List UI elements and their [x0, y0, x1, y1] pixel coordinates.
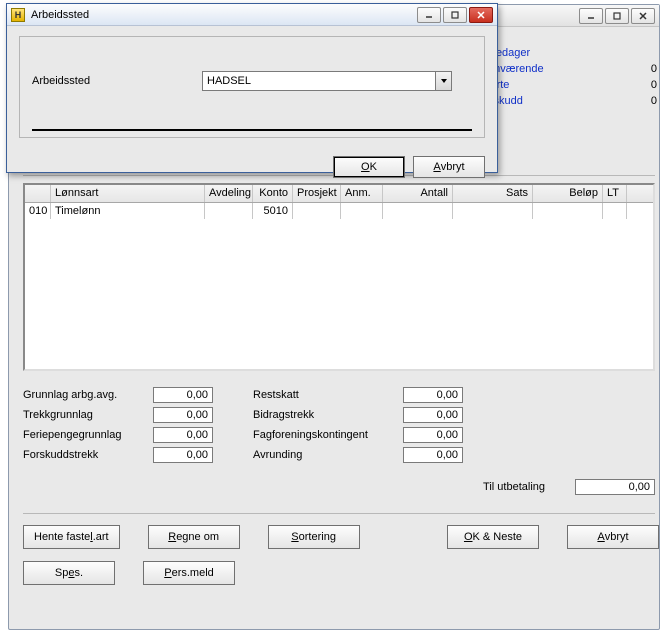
payout-label: Til utbetaling [483, 481, 545, 493]
cell: 010 [25, 203, 51, 219]
summary-label: Bidragstrekk [253, 409, 403, 421]
spes-button[interactable]: Spes. [23, 561, 115, 585]
app-icon: H [11, 8, 25, 22]
summary-value: 0,00 [153, 447, 213, 463]
summary-panel: Grunnlag arbg.avg. 0,00 Restskatt 0,00 T… [23, 385, 659, 495]
hente-faste-lart-button[interactable]: Hente faste l.art [23, 525, 120, 549]
regne-om-button[interactable]: Regne om [148, 525, 240, 549]
summary-label: Feriepengegrunnlag [23, 429, 153, 441]
col-header[interactable]: Prosjekt [293, 185, 341, 202]
cell [453, 203, 533, 219]
summary-value: 0,00 [153, 427, 213, 443]
col-header[interactable]: Konto [253, 185, 293, 202]
summary-label: Avrunding [253, 449, 403, 461]
cell: 5010 [253, 203, 293, 219]
cell [293, 203, 341, 219]
dialog-frame: Arbeidssted HADSEL [19, 36, 485, 138]
summary-label: Forskuddstrekk [23, 449, 153, 461]
col-header[interactable]: Sats [453, 185, 533, 202]
maximize-button[interactable] [605, 8, 629, 24]
info-value: 0 [617, 93, 657, 109]
feriedager-panel: Feriedager Gjenværende0 Sparte0 Forskudd… [477, 45, 657, 141]
lines-table[interactable]: Lønnsart Avdeling Konto Prosjekt Anm. An… [23, 183, 655, 371]
summary-value: 0,00 [403, 427, 463, 443]
pers-meld-button[interactable]: Pers.meld [143, 561, 235, 585]
close-button[interactable] [631, 8, 655, 24]
summary-value: 0,00 [153, 387, 213, 403]
col-header[interactable]: Lønnsart [51, 185, 205, 202]
col-header[interactable]: Beløp [533, 185, 603, 202]
col-header[interactable]: LT [603, 185, 627, 202]
table-header: Lønnsart Avdeling Konto Prosjekt Anm. An… [25, 185, 653, 203]
cell [533, 203, 603, 219]
minimize-button[interactable] [579, 8, 603, 24]
dialog-cancel-button[interactable]: Avbryt [413, 156, 485, 178]
dialog-titlebar: H Arbeidssted [7, 4, 497, 26]
info-value: 0 [617, 61, 657, 77]
summary-label: Grunnlag arbg.avg. [23, 389, 153, 401]
col-header[interactable]: Anm. [341, 185, 383, 202]
avbryt-button[interactable]: Avbryt [567, 525, 659, 549]
col-header[interactable] [25, 185, 51, 202]
dropdown-value: HADSEL [203, 75, 435, 87]
sortering-button[interactable]: Sortering [268, 525, 360, 549]
payout-value: 0,00 [575, 479, 655, 495]
summary-value: 0,00 [153, 407, 213, 423]
dialog-close-button[interactable] [469, 7, 493, 23]
dialog-title: Arbeidssted [31, 9, 417, 21]
table-row[interactable]: 010 Timelønn 5010 [25, 203, 653, 219]
cell: Timelønn [51, 203, 205, 219]
cell [205, 203, 253, 219]
cell [383, 203, 453, 219]
bottom-buttons: Hente faste l.art Regne om Sortering OK … [23, 525, 659, 597]
summary-label: Fagforeningskontingent [253, 429, 403, 441]
cell [341, 203, 383, 219]
dialog-minimize-button[interactable] [417, 7, 441, 23]
summary-value: 0,00 [403, 387, 463, 403]
summary-label: Restskatt [253, 389, 403, 401]
summary-value: 0,00 [403, 407, 463, 423]
cell [603, 203, 627, 219]
summary-label: Trekkgrunnlag [23, 409, 153, 421]
arbeidssted-label: Arbeidssted [32, 75, 202, 87]
col-header[interactable]: Avdeling [205, 185, 253, 202]
col-header[interactable]: Antall [383, 185, 453, 202]
dialog-ok-button[interactable]: OK [333, 156, 405, 178]
arbeidssted-dropdown[interactable]: HADSEL [202, 71, 452, 91]
arbeidssted-dialog: H Arbeidssted Arbeidssted HADSEL OK Avbr… [6, 3, 498, 173]
summary-value: 0,00 [403, 447, 463, 463]
ok-neste-button[interactable]: OK & Neste [447, 525, 539, 549]
info-value: 0 [617, 77, 657, 93]
chevron-down-icon[interactable] [435, 72, 451, 90]
dialog-maximize-button[interactable] [443, 7, 467, 23]
